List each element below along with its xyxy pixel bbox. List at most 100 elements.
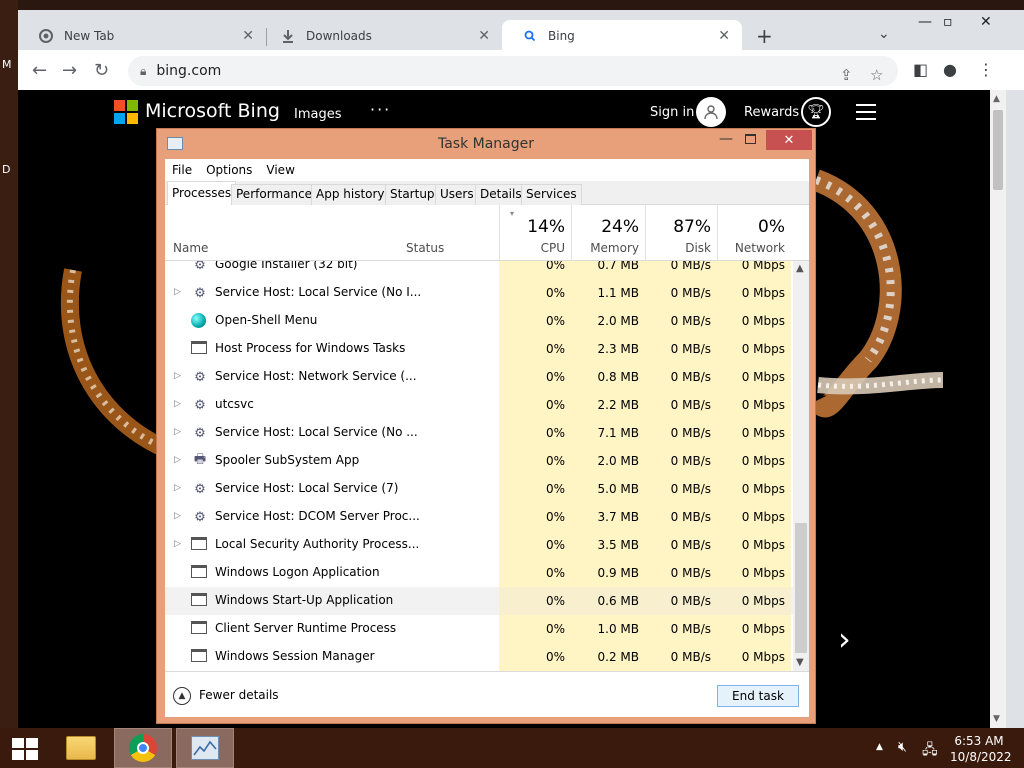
process-name: Open-Shell Menu	[215, 313, 318, 327]
table-row[interactable]: ▷ Local Security Authority Process... 0% 3.…	[165, 531, 793, 559]
taskbar-file-explorer[interactable]	[52, 728, 110, 768]
cpu-cell: 0%	[499, 475, 571, 503]
tab-details[interactable]: Details	[475, 184, 527, 205]
column-network[interactable]: 0% Network	[717, 205, 791, 261]
close-window-icon[interactable]: ✕	[980, 14, 992, 30]
expand-chevron-icon[interactable]: ▷	[174, 455, 181, 465]
network-cell: 0 Mbps	[717, 335, 791, 363]
expand-chevron-icon[interactable]: ▷	[174, 483, 181, 493]
scroll-up-icon[interactable]: ▲	[796, 263, 804, 274]
process-list-scrollbar[interactable]: ▲ ▼	[793, 261, 809, 671]
share-icon[interactable]: ⇪	[840, 66, 853, 84]
menu-options[interactable]: Options	[206, 163, 252, 177]
table-row[interactable]: Host Process for Windows Tasks 0% 2.3 MB 0 …	[165, 335, 793, 363]
page-scrollbar[interactable]: ▲ ▼	[990, 90, 1006, 728]
tab-search-chevron-icon[interactable]: ⌄	[878, 26, 890, 42]
tab-new-tab[interactable]: New Tab ✕	[18, 20, 266, 51]
trophy-icon[interactable]: 🏆︎	[801, 97, 831, 127]
microsoft-logo-icon[interactable]	[114, 100, 138, 124]
nav-more-ellipsis[interactable]: ···	[370, 100, 391, 119]
column-status[interactable]: Status	[406, 241, 444, 255]
table-row[interactable]: Windows Session Manager 0% 0.2 MB 0 MB/s 0 M…	[165, 643, 793, 671]
scroll-down-icon[interactable]: ▼	[993, 714, 1000, 724]
expand-chevron-icon[interactable]: ▷	[174, 539, 181, 549]
rewards-link[interactable]: Rewards	[744, 105, 799, 120]
start-button-windows-icon[interactable]	[12, 738, 38, 760]
user-avatar-icon[interactable]	[696, 97, 726, 127]
close-tab-icon[interactable]: ✕	[718, 28, 730, 44]
taskbar-chrome[interactable]	[114, 728, 172, 768]
next-image-arrow-icon[interactable]: ›	[838, 620, 851, 658]
new-tab-button[interactable]: +	[756, 24, 773, 48]
network-icon[interactable]: 🖧	[922, 739, 938, 763]
maximize-icon[interactable]	[745, 134, 756, 144]
table-row[interactable]: ▷ ⚙ Service Host: Local Service (7) 0% 5.0 M…	[165, 475, 793, 503]
tab-downloads[interactable]: Downloads ✕	[260, 20, 502, 51]
maximize-icon[interactable]: ▫	[943, 14, 953, 30]
expand-chevron-icon[interactable]: ▷	[174, 427, 181, 437]
back-icon[interactable]: ←	[32, 60, 47, 81]
table-row[interactable]: ⚙ Google Installer (32 bit) 0% 0.7 MB 0 MB/s…	[165, 261, 793, 279]
column-memory[interactable]: 24% Memory	[571, 205, 645, 261]
close-tab-icon[interactable]: ✕	[478, 28, 490, 44]
table-row[interactable]: Open-Shell Menu 0% 2.0 MB 0 MB/s 0 Mbps	[165, 307, 793, 335]
collapse-chevron-icon[interactable]: ▲	[173, 687, 191, 705]
fewer-details-link[interactable]: Fewer details	[199, 688, 279, 702]
bookmark-star-icon[interactable]: ☆	[870, 66, 883, 84]
tab-bing[interactable]: Bing ✕	[502, 20, 742, 51]
table-row[interactable]: ▷ ⚙ utcsvc 0% 2.2 MB 0 MB/s 0 Mbps	[165, 391, 793, 419]
taskbar-task-manager[interactable]	[176, 728, 234, 768]
column-name[interactable]: Name	[173, 241, 208, 255]
expand-chevron-icon[interactable]: ▷	[174, 371, 181, 381]
sign-in-link[interactable]: Sign in	[650, 105, 694, 120]
process-name: Service Host: Local Service (No I...	[215, 285, 422, 299]
table-row[interactable]: Client Server Runtime Process 0% 1.0 MB 0 M…	[165, 615, 793, 643]
expand-chevron-icon[interactable]: ▷	[174, 287, 181, 297]
nav-images-link[interactable]: Images	[294, 107, 342, 122]
menu-file[interactable]: File	[172, 163, 192, 177]
system-clock[interactable]: 6:53 AM 10/8/2022	[950, 733, 1012, 765]
tab-users[interactable]: Users	[435, 184, 479, 205]
close-icon[interactable]: ✕	[766, 130, 812, 150]
column-cpu[interactable]: ▾ 14% CPU	[499, 205, 571, 261]
tab-app-history[interactable]: App history	[311, 184, 390, 205]
table-row[interactable]: ▷ 🖶 Spooler SubSystem App 0% 2.0 MB 0 MB/s 0 M…	[165, 447, 793, 475]
hamburger-menu-icon[interactable]	[856, 104, 876, 125]
table-row[interactable]: ▷ ⚙ Service Host: Local Service (No I... 0%…	[165, 279, 793, 307]
scroll-up-icon[interactable]: ▲	[993, 94, 1000, 104]
address-bar[interactable]: 🔒︎ bing.com ⇪ ☆	[128, 56, 898, 86]
tab-startup[interactable]: Startup	[385, 184, 440, 205]
table-row[interactable]: Windows Start-Up Application 0% 0.6 MB 0 MB…	[165, 587, 793, 615]
profile-icon[interactable]: ●	[943, 60, 957, 79]
tray-chevron-up-icon[interactable]: ▲	[876, 742, 883, 752]
menu-bar: File Options View	[165, 159, 809, 181]
expand-chevron-icon[interactable]: ▷	[174, 511, 181, 521]
end-task-button[interactable]: End task	[717, 685, 799, 707]
table-row[interactable]: ▷ ⚙ Service Host: DCOM Server Proc... 0% 3.7…	[165, 503, 793, 531]
table-row[interactable]: ▷ ⚙ Service Host: Network Service (... 0% 0.…	[165, 363, 793, 391]
reload-icon[interactable]: ↻	[94, 60, 109, 81]
scroll-thumb[interactable]	[795, 523, 807, 653]
scroll-down-icon[interactable]: ▼	[796, 657, 804, 668]
memory-cell: 0.6 MB	[571, 587, 645, 615]
column-disk[interactable]: 87% Disk	[645, 205, 717, 261]
network-cell: 0 Mbps	[717, 363, 791, 391]
tab-processes[interactable]: Processes	[167, 181, 237, 206]
bing-brand[interactable]: Microsoft Bing	[145, 100, 280, 122]
task-manager-titlebar[interactable]: Task Manager — ✕	[157, 129, 815, 159]
minimize-icon[interactable]: —	[918, 14, 932, 30]
minimize-icon[interactable]: —	[719, 131, 733, 147]
tab-performance[interactable]: Performance	[231, 184, 318, 205]
volume-muted-icon[interactable]: 🔇︎	[898, 739, 907, 755]
tab-services[interactable]: Services	[521, 184, 582, 205]
forward-icon[interactable]: →	[62, 60, 77, 81]
scroll-thumb[interactable]	[993, 110, 1003, 190]
memory-cell: 7.1 MB	[571, 419, 645, 447]
table-row[interactable]: ▷ ⚙ Service Host: Local Service (No ... 0% 7…	[165, 419, 793, 447]
expand-chevron-icon[interactable]: ▷	[174, 399, 181, 409]
menu-view[interactable]: View	[266, 163, 294, 177]
close-tab-icon[interactable]: ✕	[242, 28, 254, 44]
menu-kebab-icon[interactable]: ⋮	[978, 60, 994, 79]
side-panel-icon[interactable]: ◧	[913, 60, 928, 79]
table-row[interactable]: Windows Logon Application 0% 0.9 MB 0 MB/s 0…	[165, 559, 793, 587]
